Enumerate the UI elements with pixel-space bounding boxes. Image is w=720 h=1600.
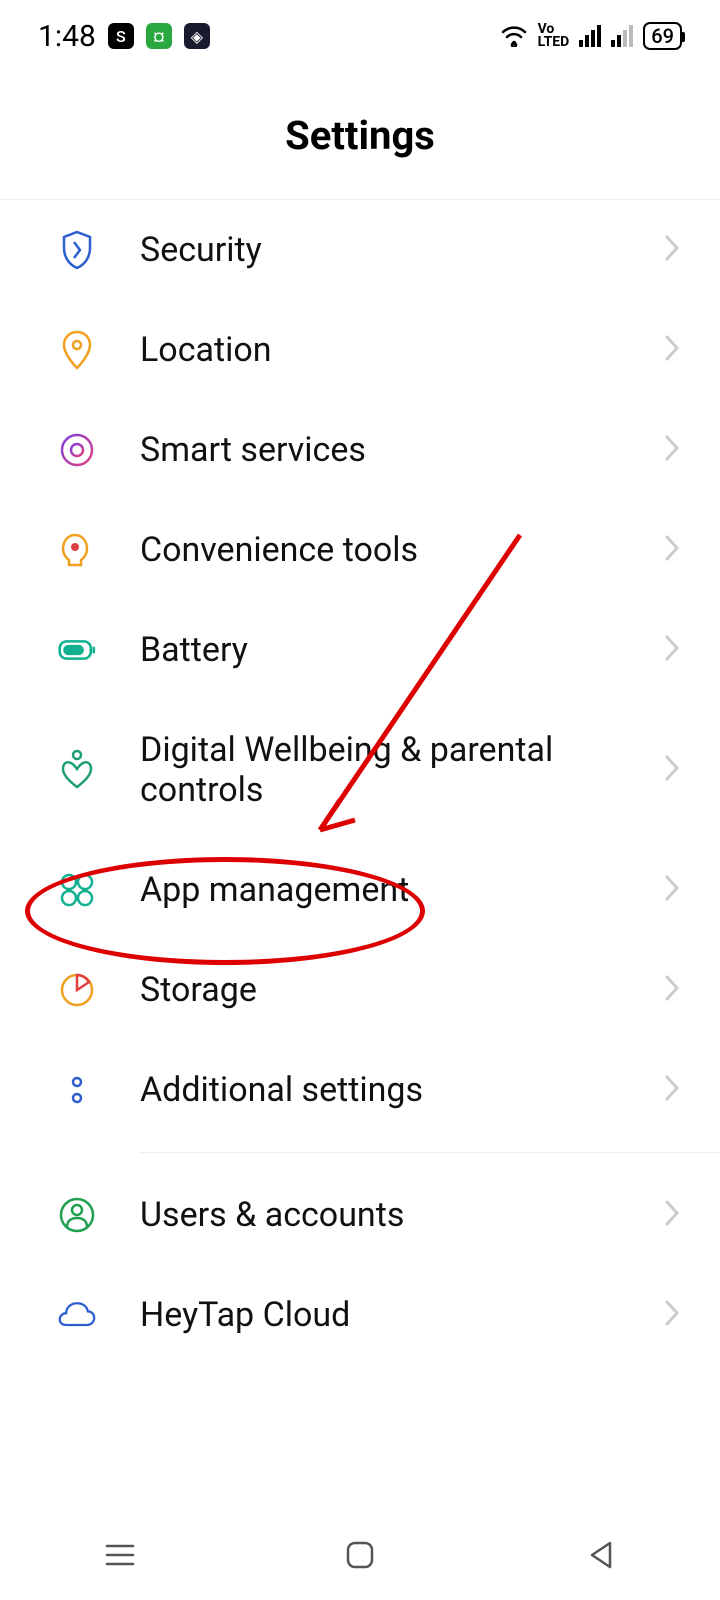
settings-item-label: Convenience tools bbox=[140, 530, 664, 570]
additional-icon bbox=[58, 1071, 96, 1109]
section-divider bbox=[140, 1152, 720, 1153]
settings-list: Security Location Smart services Conveni… bbox=[0, 200, 720, 1365]
chevron-right-icon bbox=[664, 334, 680, 366]
app-icon-3: ◈ bbox=[184, 23, 210, 49]
chevron-right-icon bbox=[664, 1299, 680, 1331]
settings-item-label: Smart services bbox=[140, 430, 664, 470]
navigation-bar bbox=[0, 1510, 720, 1600]
chevron-right-icon bbox=[664, 534, 680, 566]
status-right: VoLTED 69 bbox=[500, 22, 682, 50]
status-bar: 1:48 S ¤ ◈ VoLTED 69 bbox=[0, 0, 720, 72]
app-icon-2: ¤ bbox=[146, 23, 172, 49]
storage-icon bbox=[58, 971, 96, 1009]
status-left: 1:48 S ¤ ◈ bbox=[38, 19, 210, 54]
app-icon-1: S bbox=[108, 23, 134, 49]
nav-recent-button[interactable] bbox=[100, 1535, 140, 1575]
chevron-right-icon bbox=[664, 634, 680, 666]
settings-item-heytap-cloud[interactable]: HeyTap Cloud bbox=[0, 1265, 720, 1365]
page-header: Settings bbox=[0, 72, 720, 200]
settings-item-label: HeyTap Cloud bbox=[140, 1295, 664, 1335]
battery-item-icon bbox=[58, 631, 96, 669]
chevron-right-icon bbox=[664, 234, 680, 266]
chevron-right-icon bbox=[664, 754, 680, 786]
shield-icon bbox=[58, 231, 96, 269]
convenience-icon bbox=[58, 531, 96, 569]
settings-item-security[interactable]: Security bbox=[0, 200, 720, 300]
settings-item-location[interactable]: Location bbox=[0, 300, 720, 400]
chevron-right-icon bbox=[664, 1199, 680, 1231]
settings-item-battery[interactable]: Battery bbox=[0, 600, 720, 700]
chevron-right-icon bbox=[664, 874, 680, 906]
signal-2-icon bbox=[611, 25, 633, 47]
page-title: Settings bbox=[0, 112, 720, 159]
battery-icon: 69 bbox=[643, 22, 682, 50]
apps-icon bbox=[58, 871, 96, 909]
volte-icon: VoLTED bbox=[538, 23, 570, 48]
nav-home-button[interactable] bbox=[340, 1535, 380, 1575]
settings-item-label: Users & accounts bbox=[140, 1195, 664, 1235]
users-icon bbox=[58, 1196, 96, 1234]
chevron-right-icon bbox=[664, 974, 680, 1006]
chevron-right-icon bbox=[664, 1074, 680, 1106]
settings-item-app-management[interactable]: App management bbox=[0, 840, 720, 940]
wellbeing-icon bbox=[58, 751, 96, 789]
settings-item-label: Security bbox=[140, 230, 664, 270]
settings-item-convenience-tools[interactable]: Convenience tools bbox=[0, 500, 720, 600]
settings-item-label: App management bbox=[140, 870, 664, 910]
smart-services-icon bbox=[58, 431, 96, 469]
settings-item-label: Additional settings bbox=[140, 1070, 664, 1110]
status-time: 1:48 bbox=[38, 19, 96, 54]
settings-item-label: Battery bbox=[140, 630, 664, 670]
settings-item-label: Location bbox=[140, 330, 664, 370]
settings-item-users-accounts[interactable]: Users & accounts bbox=[0, 1165, 720, 1265]
battery-level: 69 bbox=[651, 24, 674, 48]
settings-item-label: Digital Wellbeing & parental controls bbox=[140, 730, 664, 810]
signal-1-icon bbox=[579, 25, 601, 47]
settings-item-digital-wellbeing[interactable]: Digital Wellbeing & parental controls bbox=[0, 700, 720, 840]
wifi-icon bbox=[500, 25, 528, 47]
chevron-right-icon bbox=[664, 434, 680, 466]
settings-item-label: Storage bbox=[140, 970, 664, 1010]
nav-back-button[interactable] bbox=[580, 1535, 620, 1575]
settings-item-storage[interactable]: Storage bbox=[0, 940, 720, 1040]
settings-item-smart-services[interactable]: Smart services bbox=[0, 400, 720, 500]
location-icon bbox=[58, 331, 96, 369]
cloud-icon bbox=[58, 1296, 96, 1334]
settings-item-additional-settings[interactable]: Additional settings bbox=[0, 1040, 720, 1140]
